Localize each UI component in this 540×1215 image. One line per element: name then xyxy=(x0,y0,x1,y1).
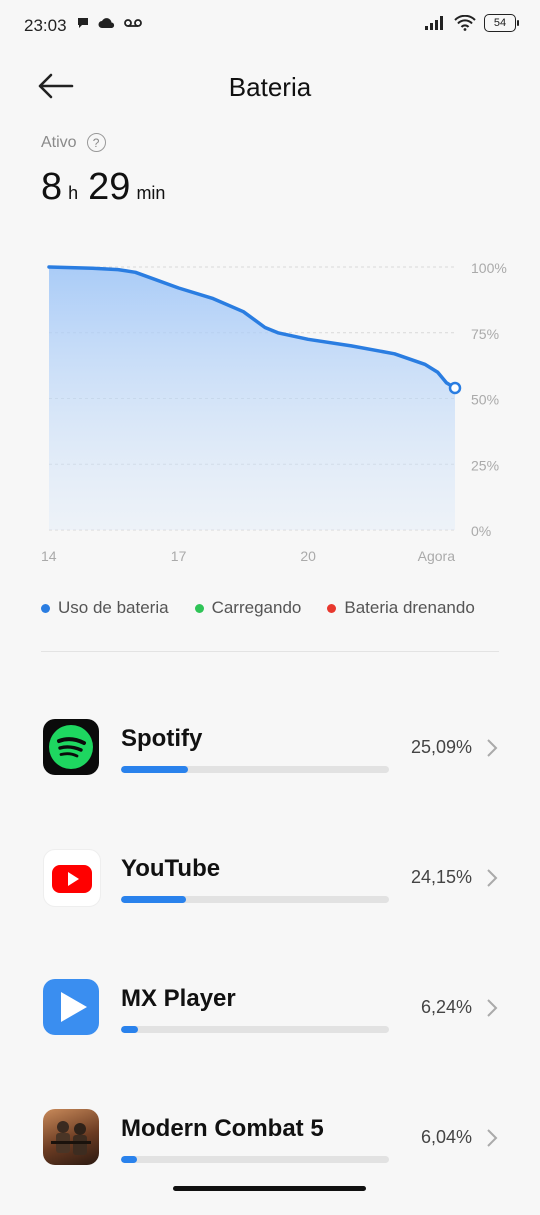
status-time: 23:03 xyxy=(24,16,67,35)
chevron-right-icon xyxy=(487,999,498,1017)
chevron-right-icon xyxy=(487,1129,498,1147)
usage-bar xyxy=(121,1026,389,1033)
active-label: Ativo xyxy=(41,133,77,151)
x-tick-label: 20 xyxy=(300,548,316,564)
app-header: Bateria xyxy=(0,60,540,112)
app-name: YouTube xyxy=(121,855,221,882)
legend-dot xyxy=(327,603,337,613)
signal-icon xyxy=(425,16,443,30)
usage-percent: 6,04% xyxy=(420,1127,472,1147)
x-tick-label: 17 xyxy=(171,548,187,564)
y-tick-label: 100% xyxy=(471,260,507,276)
chevron-right-icon xyxy=(487,869,498,887)
youtube-icon xyxy=(43,849,101,907)
chat-icon xyxy=(78,18,88,28)
app-row-modern-combat[interactable]: Modern Combat 5 6,04% xyxy=(0,1105,540,1215)
page-title: Bateria xyxy=(228,72,312,102)
legend-item-usage: Uso de bateria xyxy=(41,598,169,618)
active-duration: 8 h 29 min xyxy=(41,166,175,209)
usage-percent: 25,09% xyxy=(410,737,472,757)
usage-percent: 6,24% xyxy=(420,997,472,1017)
y-tick-label: 25% xyxy=(471,457,499,473)
legend-dot xyxy=(194,603,204,613)
usage-bar-fill xyxy=(121,766,189,773)
modern-combat-icon xyxy=(43,1109,99,1165)
voicemail-icon xyxy=(124,19,142,27)
duration-hours: 8 xyxy=(41,166,63,208)
battery-indicator: 54 xyxy=(484,14,519,32)
app-row-mx-player[interactable]: MX Player 6,24% xyxy=(0,975,540,1085)
duration-minutes: 29 xyxy=(88,166,131,208)
y-tick-label: 75% xyxy=(471,326,499,342)
notification-icons xyxy=(76,16,142,30)
usage-bar-fill xyxy=(121,1026,138,1033)
app-row-youtube[interactable]: YouTube 24,15% xyxy=(0,845,540,955)
current-level-marker xyxy=(448,381,462,395)
wifi-icon xyxy=(454,15,476,31)
y-tick-label: 0% xyxy=(471,523,491,539)
cloud-icon xyxy=(98,18,115,28)
app-name: Spotify xyxy=(121,725,203,752)
spotify-icon xyxy=(43,719,99,775)
usage-percent: 24,15% xyxy=(410,867,472,887)
active-label-row: Ativo ? xyxy=(41,133,106,152)
legend-item-draining: Bateria drenando xyxy=(327,598,475,618)
legend-label: Bateria drenando xyxy=(344,598,475,617)
legend-item-charging: Carregando xyxy=(194,598,302,618)
app-row-spotify[interactable]: Spotify 25,09% xyxy=(0,715,540,825)
usage-area xyxy=(49,267,455,530)
usage-bar xyxy=(121,896,389,903)
x-tick-label: 14 xyxy=(41,548,57,564)
duration-hours-unit: h xyxy=(68,183,79,203)
duration-minutes-unit: min xyxy=(136,183,166,203)
usage-bar-fill xyxy=(121,896,186,903)
usage-bar xyxy=(121,1156,389,1163)
app-name: Modern Combat 5 xyxy=(121,1115,324,1142)
chart-legend: Uso de bateria Carregando Bateria drenan… xyxy=(41,598,475,618)
usage-bar xyxy=(121,766,389,773)
legend-label: Carregando xyxy=(211,598,302,617)
status-bar: 23:03 54 xyxy=(0,0,540,54)
battery-chart: 100% 75% 50% 25% 0% 14 17 20 Agora xyxy=(41,260,507,564)
legend-label: Uso de bateria xyxy=(58,598,169,617)
help-icon[interactable]: ? xyxy=(86,133,106,152)
x-tick-label: Agora xyxy=(418,548,456,564)
usage-bar-fill xyxy=(121,1156,138,1163)
section-divider xyxy=(41,651,499,652)
chevron-right-icon xyxy=(487,739,498,757)
app-name: MX Player xyxy=(121,985,236,1012)
mx-player-icon xyxy=(43,979,99,1035)
y-tick-label: 50% xyxy=(471,392,499,408)
legend-dot xyxy=(41,603,50,613)
home-indicator[interactable] xyxy=(173,1186,366,1191)
